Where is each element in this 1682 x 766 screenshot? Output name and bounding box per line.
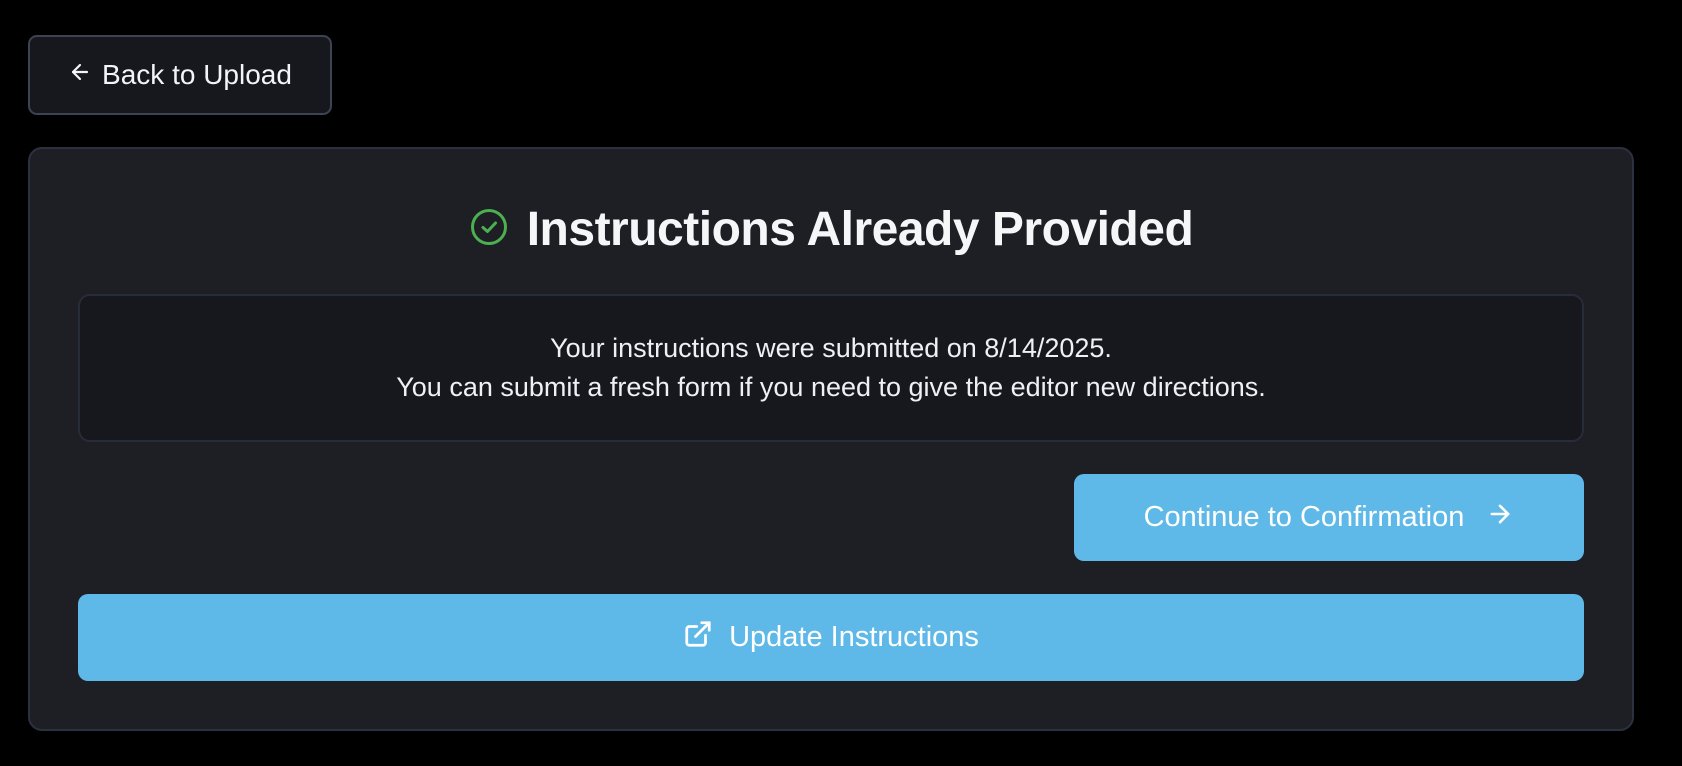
continue-to-confirmation-button[interactable]: Continue to Confirmation: [1074, 474, 1584, 561]
update-instructions-button[interactable]: Update Instructions: [78, 594, 1584, 681]
arrow-left-icon: [68, 59, 92, 91]
arrow-right-icon: [1486, 500, 1514, 536]
title-row: Instructions Already Provided: [30, 197, 1632, 261]
instructions-card: Instructions Already Provided Your instr…: [28, 147, 1634, 731]
submission-info-box: Your instructions were submitted on 8/14…: [78, 294, 1584, 442]
external-link-icon: [683, 619, 713, 657]
continue-button-label: Continue to Confirmation: [1143, 501, 1465, 533]
submission-date-text: Your instructions were submitted on 8/14…: [550, 333, 1112, 363]
check-circle-icon: [469, 207, 509, 252]
back-button-label: Back to Upload: [102, 59, 292, 90]
resubmit-hint-text: You can submit a fresh form if you need …: [396, 372, 1266, 402]
back-to-upload-button[interactable]: Back to Upload: [28, 35, 332, 115]
page-title: Instructions Already Provided: [526, 202, 1194, 256]
update-button-label: Update Instructions: [729, 621, 979, 653]
